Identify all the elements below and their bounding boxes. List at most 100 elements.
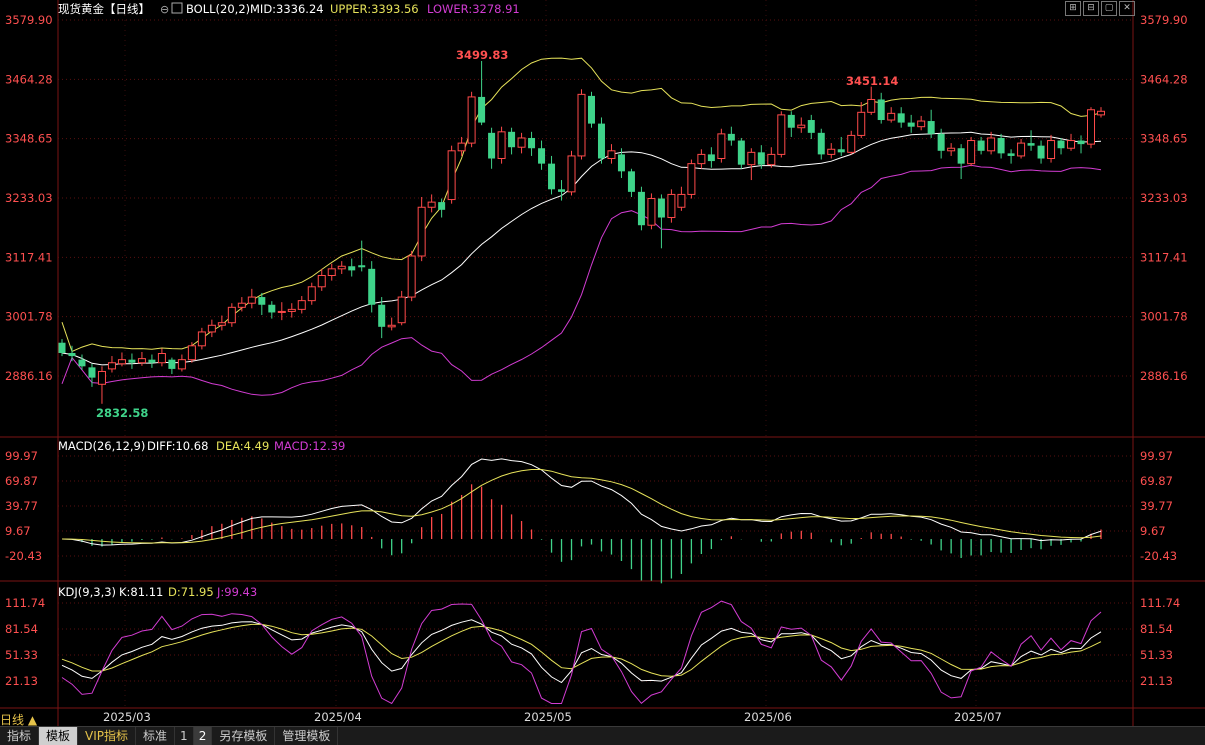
manage-template-button[interactable]: 管理模板 <box>275 727 339 745</box>
indicator-icon[interactable] <box>171 2 183 14</box>
price-tick-right: 3001.78 <box>1140 310 1188 324</box>
candle-body <box>1077 140 1085 145</box>
candle-body <box>117 359 126 365</box>
close-icon[interactable]: ✕ <box>1119 1 1135 16</box>
candle-body <box>647 198 656 226</box>
candle-body <box>177 359 186 370</box>
save-template-button[interactable]: 另存模板 <box>212 727 276 745</box>
macd-dea: DEA:4.49 <box>216 439 269 453</box>
candle-body <box>227 306 236 324</box>
boll-lower: LOWER:3278.91 <box>427 2 520 16</box>
candle-body <box>317 275 326 288</box>
candle-body <box>797 124 806 129</box>
candle-body <box>58 342 66 353</box>
candle-body <box>447 150 456 201</box>
boll-upper: UPPER:3393.56 <box>330 2 419 16</box>
candle-body <box>497 131 506 160</box>
candle-body <box>567 155 576 193</box>
candle-body <box>548 163 556 190</box>
candle-body <box>887 112 896 121</box>
candle-body <box>68 352 76 357</box>
macd-tick-left: 9.67 <box>5 524 31 538</box>
chart-canvas[interactable]: 3579.90 3579.90 3464.28 3464.28 3348.65 3348.… <box>0 0 1205 744</box>
candle-body <box>697 153 706 165</box>
kdj-tick-left: 51.33 <box>5 648 38 662</box>
layout-2-button[interactable]: 2 <box>193 727 213 745</box>
candle-body <box>378 304 386 327</box>
candle-body <box>927 121 935 134</box>
high-annotation-2: 3451.14 <box>846 74 898 88</box>
candle-body <box>957 148 965 164</box>
layout-1-button[interactable]: 1 <box>175 727 194 745</box>
candle-body <box>137 358 146 364</box>
split-icon[interactable]: ⊟ <box>1083 1 1099 16</box>
candle-body <box>1017 142 1026 157</box>
candle-body <box>78 359 86 367</box>
price-tick-left: 2886.16 <box>5 369 53 383</box>
candle-body <box>677 193 686 208</box>
candle-body <box>97 370 106 385</box>
candle-body <box>368 268 376 305</box>
candle-body <box>787 114 795 128</box>
price-tick-right: 3348.65 <box>1140 132 1188 146</box>
candle-body <box>857 111 866 136</box>
candle-body <box>88 367 96 378</box>
candle-body <box>747 151 756 166</box>
candle-body <box>777 114 786 155</box>
maximize-icon[interactable]: ▢ <box>1101 1 1117 16</box>
candle-body <box>558 189 566 192</box>
candle-body <box>577 93 586 157</box>
candle-body <box>1037 145 1045 159</box>
candle-body <box>1027 143 1035 146</box>
tab-standard[interactable]: 标准 <box>136 727 176 745</box>
candle-body <box>148 359 156 363</box>
price-tick-right: 3464.28 <box>1140 72 1188 86</box>
macd-tick-left: 99.97 <box>5 449 38 463</box>
price-tick-left: 3464.28 <box>5 72 53 86</box>
candle-body <box>617 154 625 172</box>
kdj-k-line <box>61 619 1102 684</box>
candle-body <box>717 133 726 160</box>
candle-body <box>707 154 715 162</box>
candle-body <box>937 133 945 151</box>
time-tick: 2025/06 <box>744 710 792 724</box>
tab-template[interactable]: 模板 <box>39 727 79 745</box>
candle-body <box>867 98 876 113</box>
candle-body <box>407 255 416 298</box>
price-tick-left: 3233.03 <box>5 191 53 205</box>
candle-body <box>737 140 745 165</box>
candle-body <box>207 324 216 333</box>
candle-body <box>1097 110 1105 116</box>
candle-body <box>607 150 616 160</box>
kdj-tick-left: 81.54 <box>5 622 38 636</box>
tab-indicators[interactable]: 指标 <box>0 727 40 745</box>
candle-body <box>277 310 286 313</box>
candle-body <box>877 99 885 121</box>
minimize-icon[interactable]: ⊖ <box>160 3 169 16</box>
tab-vip-indicators[interactable]: VIP指标 <box>78 727 137 745</box>
macd-diff: DIFF:10.68 <box>147 439 208 453</box>
kdj-tick-right: 51.33 <box>1140 648 1173 662</box>
candle-body <box>1047 140 1056 160</box>
price-tick-left: 3001.78 <box>5 310 53 324</box>
grid-icon[interactable]: ⊞ <box>1065 1 1081 16</box>
low-annotation: 2832.58 <box>96 406 148 420</box>
candle-body <box>597 123 605 159</box>
boll-label: BOLL(20,2) <box>186 2 250 16</box>
kdj-tick-left: 111.74 <box>5 596 45 610</box>
candle-body <box>987 137 996 152</box>
candle-body <box>258 297 266 305</box>
candle-body <box>1087 109 1096 145</box>
candle-body <box>637 191 645 226</box>
macd-label: MACD(26,12,9) <box>58 439 145 453</box>
candle-body <box>517 137 526 148</box>
candle-body <box>827 148 836 155</box>
macd-dea-line <box>61 469 1102 544</box>
kdj-j: J:99.43 <box>216 585 257 599</box>
candle-body <box>687 163 696 195</box>
macd-tick-right: 99.97 <box>1140 449 1173 463</box>
candle-body <box>907 122 915 127</box>
candle-body <box>268 304 276 313</box>
high-annotation-1: 3499.83 <box>456 48 508 62</box>
kdj-label: KDJ(9,3,3) <box>58 585 116 599</box>
